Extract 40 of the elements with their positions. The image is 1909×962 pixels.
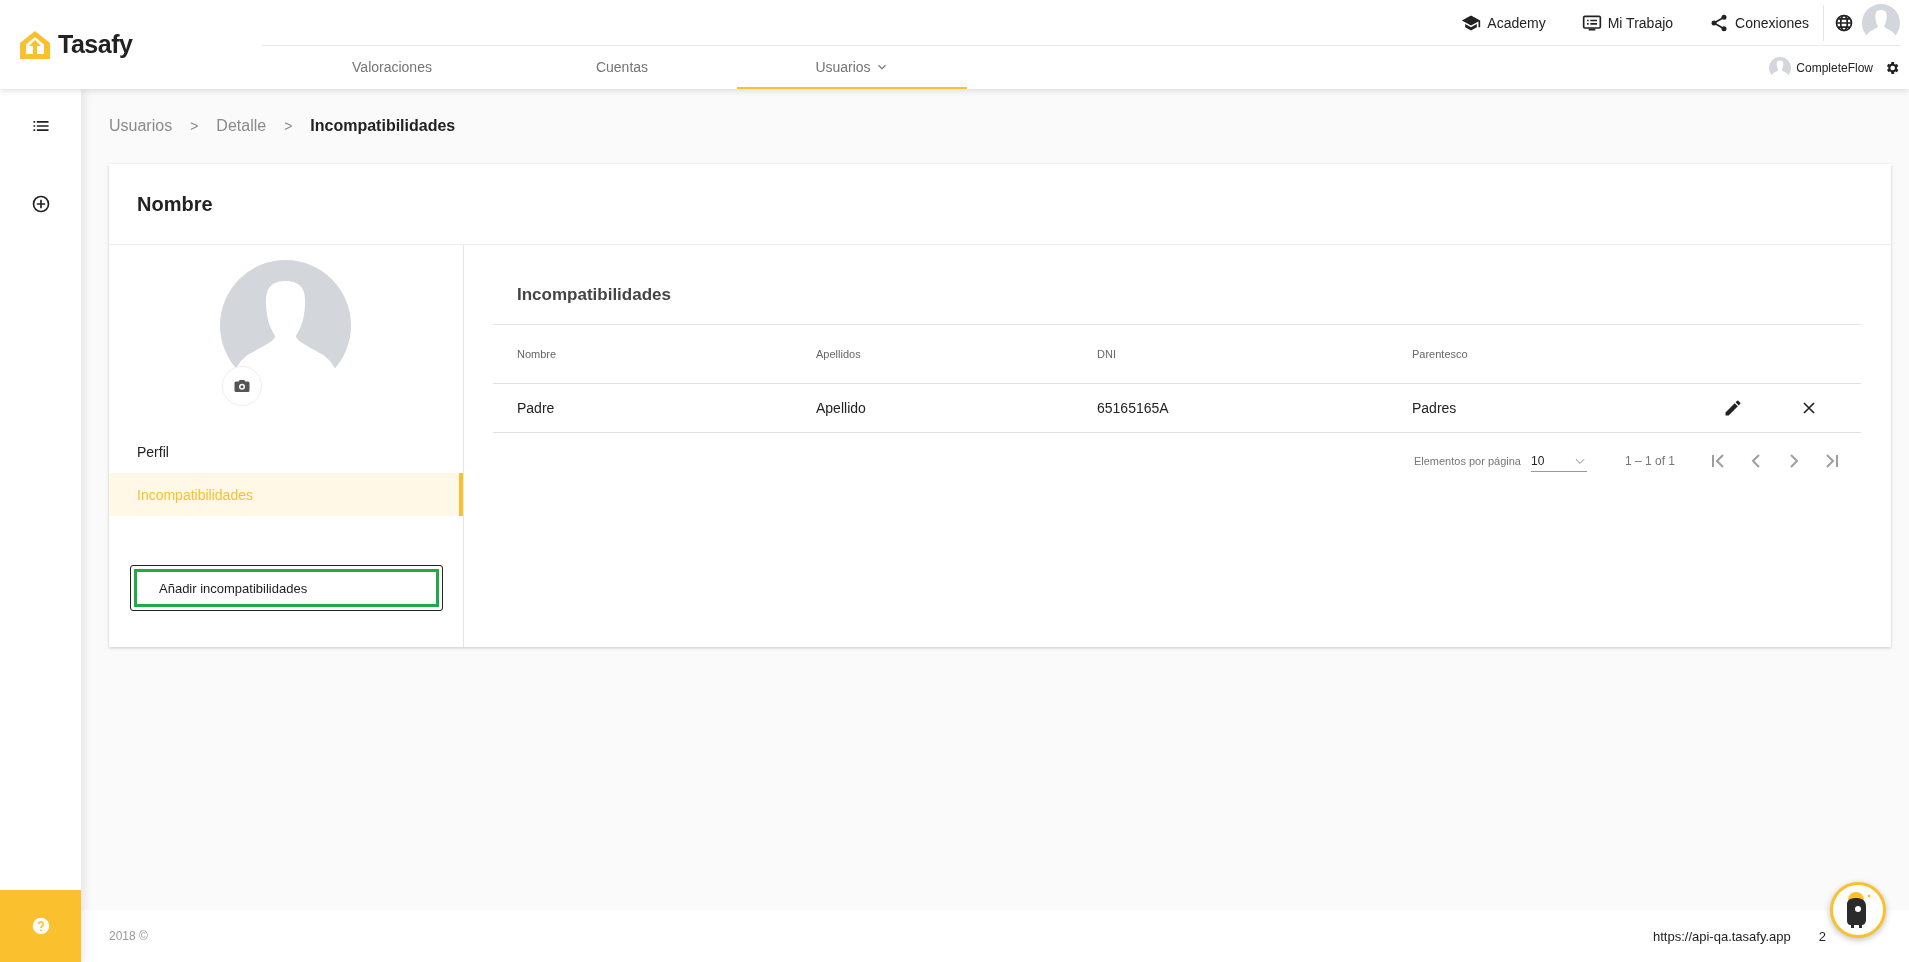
- api-url: https://api-qa.tasafy.app: [1652, 928, 1791, 944]
- chat-button[interactable]: [1830, 882, 1886, 938]
- table-cell-text: 65165165A: [1097, 400, 1170, 416]
- nav-tab[interactable]: Valoraciones: [277, 46, 507, 89]
- breadcrumb-separator: >: [190, 117, 199, 134]
- table-cell-text: Apellido: [816, 400, 867, 416]
- table-cell-text: Padre: [517, 400, 556, 416]
- help-icon: [31, 917, 50, 935]
- copyright-text: 2018 ©: [109, 929, 148, 943]
- add-incompatibilities-button[interactable]: Añadir incompatibilidades: [130, 565, 443, 611]
- user-name: CompleteFlow: [1796, 60, 1873, 75]
- logo-text: Tasafy: [58, 30, 133, 59]
- nav-tab[interactable]: Cuentas: [507, 46, 737, 89]
- user-avatar: [1862, 3, 1900, 42]
- page-range: 1 – 1 of 1: [1624, 454, 1675, 468]
- add-circle-icon[interactable]: [30, 194, 51, 214]
- card-title: Nombre: [137, 192, 213, 216]
- camera-button[interactable]: [221, 366, 262, 406]
- user-avatar: [1769, 56, 1792, 79]
- version-text: 2: [1818, 928, 1826, 944]
- table-cell-text: Padres: [1412, 400, 1458, 416]
- column-header: Apellidos: [816, 348, 862, 360]
- pencil-icon: [1723, 398, 1743, 418]
- top-link[interactable]: Academy: [1461, 12, 1546, 33]
- camera-icon: [232, 377, 251, 395]
- breadcrumb-current: Incompatibilidades: [310, 116, 456, 135]
- nav-tab[interactable]: Usuarios: [737, 46, 967, 89]
- top-link[interactable]: Mi Trabajo: [1581, 12, 1674, 33]
- column-header: DNI: [1097, 348, 1117, 360]
- top-link[interactable]: Conexiones: [1709, 12, 1809, 33]
- settings-icon[interactable]: [1884, 59, 1900, 76]
- house-arrow-logo-icon: [18, 28, 52, 61]
- column-header: Parentesco: [1412, 348, 1469, 360]
- column-header: Nombre: [517, 348, 558, 360]
- table-title: Incompatibilidades: [517, 285, 671, 305]
- profile-menu-item[interactable]: Perfil: [109, 430, 463, 473]
- globe-icon[interactable]: [1834, 12, 1854, 33]
- breadcrumb-separator: >: [284, 117, 293, 134]
- page-size-label: Elementos por página: [1413, 455, 1521, 467]
- page-size-select[interactable]: 10: [1530, 450, 1587, 472]
